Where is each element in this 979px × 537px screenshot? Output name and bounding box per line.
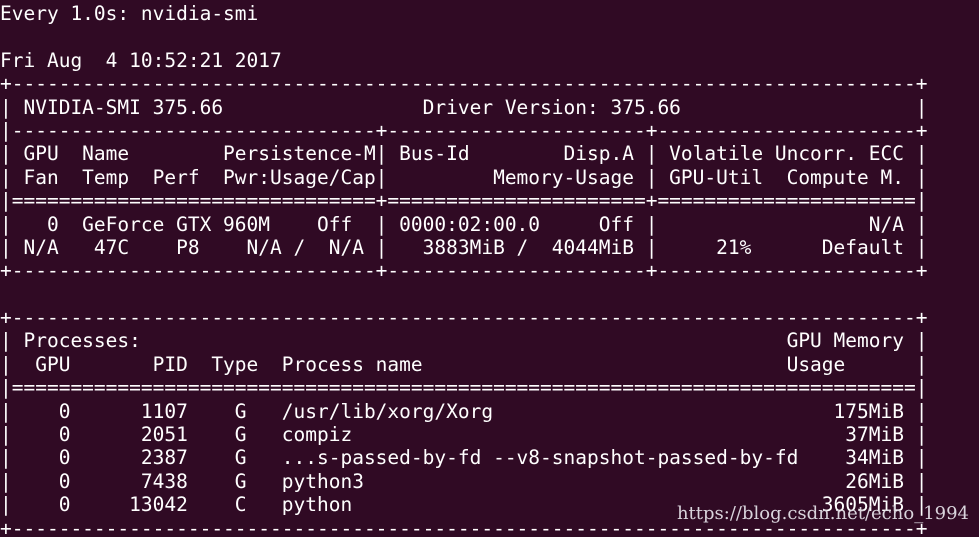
watch-command-line: Every 1.0s: nvidia-smi: [0, 2, 259, 25]
gpu-table-data-row-1: | 0 GeForce GTX 960M Off | 0000:02:00.0 …: [0, 212, 928, 236]
timestamp-line: Fri Aug 4 10:52:21 2017: [0, 48, 282, 72]
gpu-table-version-row: | NVIDIA-SMI 375.66 Driver Version: 375.…: [0, 95, 928, 119]
gpu-table-border-bottom: +-------------------------------+-------…: [0, 259, 928, 283]
terminal-window[interactable]: Every 1.0s: nvidia-smi Fri Aug 4 10:52:2…: [0, 0, 979, 537]
gpu-table-header-row-2: | Fan Temp Perf Pwr:Usage/Cap| Memory-Us…: [0, 165, 928, 189]
process-row: | 0 2387 G ...s-passed-by-fd --v8-snapsh…: [0, 446, 928, 470]
process-table-border-top: +---------------------------------------…: [0, 306, 928, 330]
gpu-table-header-row-1: | GPU Name Persistence-M| Bus-Id Disp.A …: [0, 142, 928, 166]
gpu-status-table: +---------------------------------------…: [0, 72, 979, 283]
gpu-table-divider: |-------------------------------+-------…: [0, 118, 928, 142]
gpu-table-data-row-2: | N/A 47C P8 N/A / N/A | 3883MiB / 4044M…: [0, 235, 928, 259]
gpu-table-border-top: +---------------------------------------…: [0, 72, 928, 96]
process-row: | 0 1107 G /usr/lib/xorg/Xorg 175MiB |: [0, 399, 928, 423]
process-table-header-separator: |=======================================…: [0, 376, 928, 400]
process-row: | 0 7438 G python3 26MiB |: [0, 469, 928, 493]
gpu-table-header-separator: |===============================+=======…: [0, 189, 928, 213]
process-row: | 0 2051 G compiz 37MiB |: [0, 423, 928, 447]
watermark-text: https://blog.csdn.net/echo_1994: [676, 502, 969, 524]
process-table-title-row: | Processes: GPU Memory |: [0, 329, 928, 353]
process-table-header-row: | GPU PID Type Process name Usage |: [0, 352, 928, 376]
